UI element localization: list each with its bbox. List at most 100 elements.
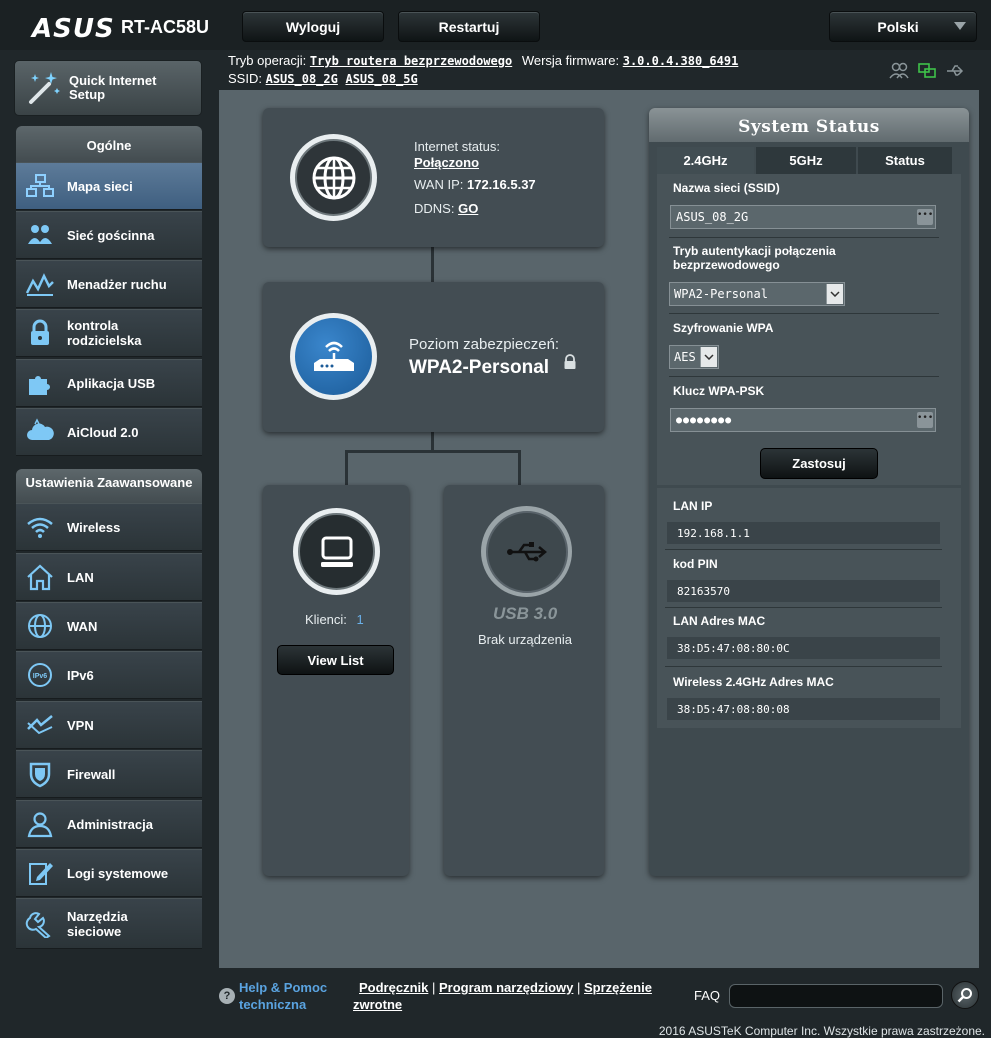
divider	[669, 376, 939, 377]
wan-ip-value: 172.16.5.37	[466, 177, 536, 192]
divider	[665, 666, 942, 667]
footer-links: Podręcznik | Program narzędziowy | Sprzę…	[353, 979, 663, 1013]
op-mode-link[interactable]: Tryb routera bezprzewodowego	[310, 54, 512, 68]
op-mode-label: Tryb operacji:	[228, 53, 307, 68]
sidebar-item-system-log[interactable]: Logi systemowe	[16, 849, 202, 897]
lock-icon	[23, 318, 57, 348]
sidebar-item-wireless[interactable]: Wireless	[16, 503, 202, 551]
view-list-button[interactable]: View List	[277, 645, 394, 675]
lan-ip-value: 192.168.1.1	[667, 522, 940, 544]
wpa-psk-input[interactable]: ●●●●●●●● •••	[670, 408, 936, 432]
language-select[interactable]: Polski	[829, 11, 977, 42]
sidebar-item-label: Logi systemowe	[67, 865, 169, 881]
connector-line	[518, 450, 521, 486]
quick-setup-label: Quick Internet Setup	[69, 73, 157, 102]
ddns-go-link[interactable]: GO	[458, 201, 478, 216]
sidebar-item-aicloud[interactable]: AiCloud 2.0	[16, 408, 202, 456]
usb-status-text: Brak urządzenia	[478, 632, 572, 647]
home-icon	[23, 562, 57, 592]
chevron-down-icon	[700, 347, 717, 367]
copyright-text: 2016 ASUSTeK Computer Inc. Wszystkie pra…	[658, 1024, 985, 1038]
tab-5ghz[interactable]: 5GHz	[756, 147, 856, 174]
ddns-label: DDNS:	[414, 201, 455, 216]
sidebar-item-label: Firewall	[67, 766, 116, 782]
tab-2-4ghz[interactable]: 2.4GHz	[657, 147, 754, 174]
general-section-header: Ogólne	[16, 126, 202, 162]
help-icon: ?	[219, 988, 235, 1004]
sidebar-item-label: Sieć gościnna	[67, 227, 155, 243]
manual-link[interactable]: Podręcznik	[359, 980, 428, 995]
lan-status-icon[interactable]	[917, 62, 937, 80]
divider	[665, 607, 942, 608]
sidebar-item-guest-network[interactable]: Sieć gościnna	[16, 211, 202, 259]
internet-status-link[interactable]: Połączono	[414, 155, 479, 170]
wifi-icon	[23, 512, 57, 542]
router-button[interactable]	[290, 313, 377, 400]
quick-setup-button[interactable]: Quick Internet Setup	[14, 60, 202, 116]
internet-status-label: Internet status:	[414, 139, 500, 154]
log-icon	[23, 858, 57, 888]
usb-status-icon[interactable]	[945, 62, 965, 80]
sidebar-item-ipv6[interactable]: IPv6 IPv6	[16, 651, 202, 699]
wireless-mac-label: Wireless 2.4GHz Adres MAC	[673, 675, 834, 689]
divider	[669, 313, 939, 314]
sidebar-item-network-map[interactable]: Mapa sieci	[16, 162, 202, 210]
sidebar-item-label: IPv6	[67, 667, 94, 683]
wpa-encryption-select[interactable]: AES	[669, 345, 719, 369]
security-level-label: Poziom zabezpieczeń:	[409, 336, 560, 353]
clients-status-icon[interactable]	[889, 62, 909, 80]
wpa-psk-label: Klucz WPA-PSK	[673, 384, 765, 398]
sidebar-item-network-tools[interactable]: Narzędzia sieciowe	[16, 898, 202, 949]
faq-search-input[interactable]	[729, 984, 943, 1008]
computer-icon	[298, 513, 375, 590]
sidebar-item-lan[interactable]: LAN	[16, 553, 202, 601]
faq-search-button[interactable]	[951, 981, 979, 1009]
internet-globe-button[interactable]	[290, 134, 377, 221]
connector-line	[345, 450, 348, 486]
more-icon[interactable]: •••	[917, 209, 933, 225]
cloud-icon	[23, 417, 57, 447]
ssid-input[interactable]: ASUS_08_2G •••	[670, 205, 936, 229]
utility-link[interactable]: Program narzędziowy	[439, 980, 573, 995]
help-support-link[interactable]: Help & Pomoc techniczna	[239, 979, 339, 1013]
sidebar-item-label: Aplikacja USB	[67, 375, 156, 391]
search-icon	[957, 988, 972, 1003]
sidebar-item-parental-control[interactable]: kontrola rodzicielska	[16, 309, 202, 357]
auth-mode-label: Tryb autentykacji połączenia bezprzewodo…	[673, 244, 836, 272]
clients-count-row: Klienci: 1	[305, 612, 364, 627]
lan-mac-label: LAN Adres MAC	[673, 614, 766, 628]
clients-button[interactable]	[293, 508, 380, 595]
sidebar-item-label: kontrola rodzicielska	[67, 318, 142, 348]
more-icon[interactable]: •••	[917, 412, 933, 428]
apply-button[interactable]: Zastosuj	[760, 448, 878, 479]
restart-button[interactable]: Restartuj	[398, 11, 540, 42]
auth-mode-select[interactable]: WPA2-Personal	[669, 282, 845, 306]
sidebar-item-usb-application[interactable]: Aplikacja USB	[16, 359, 202, 407]
sidebar-item-wan[interactable]: WAN	[16, 602, 202, 650]
admin-user-icon	[23, 809, 57, 839]
pin-code-value: 82163570	[667, 580, 940, 602]
lan-ip-label: LAN IP	[673, 499, 713, 513]
vpn-icon	[23, 710, 57, 740]
sidebar-item-label: LAN	[67, 569, 94, 585]
sidebar-item-administration[interactable]: Administracja	[16, 800, 202, 848]
ssid-2g-link[interactable]: ASUS_08_2G	[266, 72, 338, 86]
sidebar-item-label: Wireless	[67, 519, 121, 535]
usb-button[interactable]	[481, 506, 572, 597]
firmware-link[interactable]: 3.0.0.4.380_6491	[623, 54, 739, 68]
sidebar-item-vpn[interactable]: VPN	[16, 701, 202, 749]
sidebar-item-firewall[interactable]: Firewall	[16, 750, 202, 798]
firmware-label: Wersja firmware:	[521, 53, 620, 68]
clients-label: Klienci:	[305, 612, 347, 627]
ssid-line: SSID: ASUS_08_2G ASUS_08_5G	[228, 71, 418, 86]
operation-mode-line: Tryb operacji: Tryb routera bezprzewodow…	[228, 53, 738, 68]
ssid-5g-link[interactable]: ASUS_08_5G	[345, 72, 417, 86]
connector-line	[431, 246, 434, 283]
sidebar-item-label: VPN	[67, 717, 94, 733]
tab-status[interactable]: Status	[858, 147, 952, 174]
wpa-psk-value: ●●●●●●●●	[676, 414, 733, 426]
sidebar-item-label: Mapa sieci	[67, 178, 133, 194]
connector-line	[345, 450, 521, 453]
logout-button[interactable]: Wyloguj	[242, 11, 384, 42]
sidebar-item-traffic-manager[interactable]: Menadżer ruchu	[16, 260, 202, 308]
